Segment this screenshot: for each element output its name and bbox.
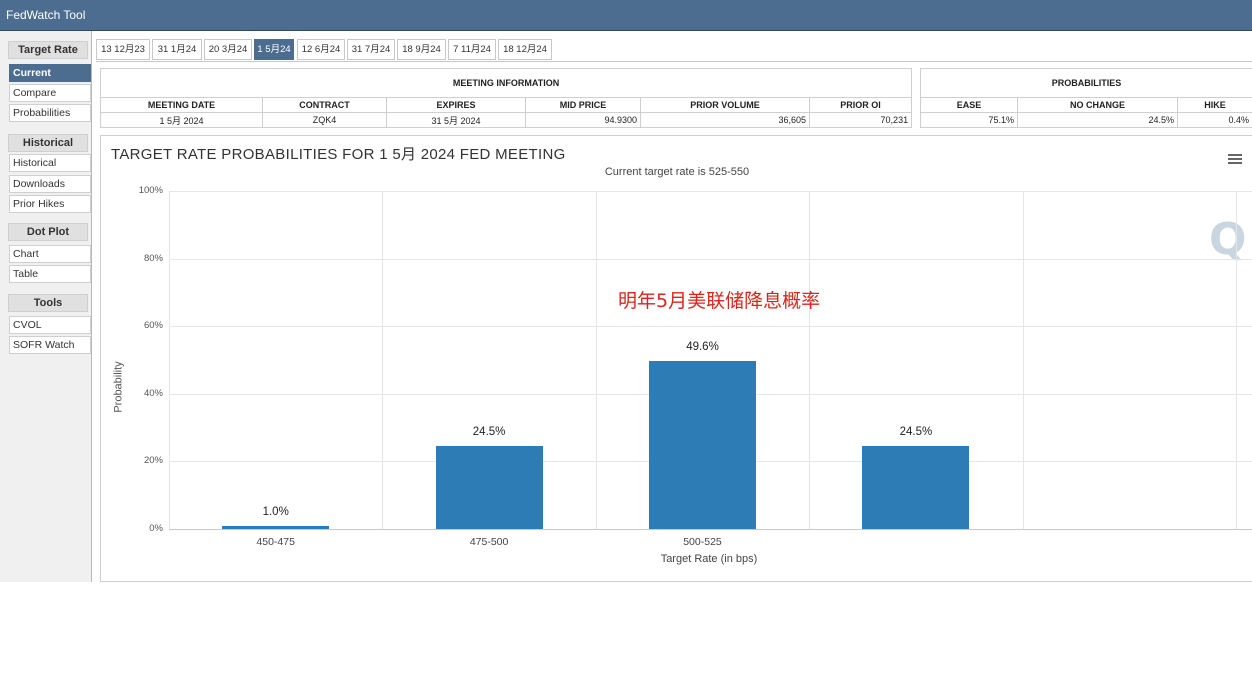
sidebar-item-downloads[interactable]: Downloads: [9, 175, 91, 193]
col-no-change: NO CHANGE: [1018, 98, 1178, 113]
app-title-bar: FedWatch Tool: [0, 0, 1252, 31]
cell-hike: 0.4%: [1178, 113, 1252, 128]
x-gridline: [1236, 191, 1237, 529]
app-title: FedWatch Tool: [6, 8, 85, 22]
tab-13-dec-23[interactable]: 13 12月23: [96, 39, 150, 60]
probabilities-heading: PROBABILITIES: [921, 69, 1252, 98]
sidebar-section-dot-plot: Dot Plot: [8, 223, 88, 241]
y-tick-label: 60%: [123, 320, 163, 331]
tab-1-may-24[interactable]: 1 5月24: [254, 39, 294, 60]
bar-value-label: 1.0%: [226, 506, 326, 518]
cell-prior-volume: 36,605: [641, 113, 810, 128]
x-tick-label: 475-500: [439, 536, 539, 548]
y-tick-label: 80%: [123, 253, 163, 264]
x-gridline: [169, 191, 170, 529]
cell-mid-price: 94.9300: [526, 113, 641, 128]
watermark-logo: Q: [1209, 214, 1246, 265]
x-tick-label: 500-525: [653, 536, 753, 548]
hamburger-menu-icon[interactable]: [1228, 154, 1242, 166]
y-gridline: [169, 259, 1252, 260]
tab-divider: [96, 61, 1252, 62]
chart-annotation: 明年5月美联储降息概率: [618, 286, 820, 313]
chart-title: TARGET RATE PROBABILITIES FOR 1 5月 2024 …: [111, 143, 566, 164]
col-contract: CONTRACT: [263, 98, 387, 113]
sidebar-item-sofr-watch[interactable]: SOFR Watch: [9, 336, 91, 354]
cell-prior-oi: 70,231: [810, 113, 912, 128]
tab-18-sep-24[interactable]: 18 9月24: [397, 39, 446, 60]
cell-ease: 75.1%: [921, 113, 1018, 128]
sidebar-item-probabilities[interactable]: Probabilities: [9, 104, 91, 122]
x-gridline: [809, 191, 810, 529]
col-meeting-date: MEETING DATE: [101, 98, 263, 113]
sidebar: Target Rate Current Compare Probabilitie…: [0, 31, 92, 582]
x-tick-label: 450-475: [226, 536, 326, 548]
chart-subtitle: Current target rate is 525-550: [101, 166, 1252, 178]
col-mid-price: MID PRICE: [526, 98, 641, 113]
bar-value-label: 49.6%: [653, 341, 753, 353]
y-gridline: [169, 191, 1252, 192]
y-tick-label: 100%: [123, 185, 163, 196]
cell-meeting-date: 1 5月 2024: [101, 113, 263, 128]
bar-450-475[interactable]: [222, 526, 329, 529]
x-axis-label: Target Rate (in bps): [609, 553, 809, 565]
bar-value-label: 24.5%: [866, 426, 966, 438]
tab-7-nov-24[interactable]: 7 11月24: [448, 39, 496, 60]
y-gridline: [169, 529, 1252, 530]
bar-500-525[interactable]: [649, 361, 756, 529]
tab-31-jul-24[interactable]: 31 7月24: [347, 39, 395, 60]
sidebar-item-cvol[interactable]: CVOL: [9, 316, 91, 334]
sidebar-item-compare[interactable]: Compare: [9, 84, 91, 102]
sidebar-item-historical[interactable]: Historical: [9, 154, 91, 172]
x-gridline: [1023, 191, 1024, 529]
cell-no-change: 24.5%: [1018, 113, 1178, 128]
cell-expires: 31 5月 2024: [387, 113, 526, 128]
tab-20-mar-24[interactable]: 20 3月24: [204, 39, 252, 60]
tab-12-jun-24[interactable]: 12 6月24: [297, 39, 345, 60]
meeting-information-heading: MEETING INFORMATION: [101, 69, 912, 98]
y-tick-label: 40%: [123, 388, 163, 399]
bar-value-label: 24.5%: [439, 426, 539, 438]
cell-contract: ZQK4: [263, 113, 387, 128]
sidebar-item-table[interactable]: Table: [9, 265, 91, 283]
tab-31-jan-24[interactable]: 31 1月24: [152, 39, 202, 60]
sidebar-item-current[interactable]: Current: [9, 64, 91, 82]
tab-18-dec-24[interactable]: 18 12月24: [498, 39, 552, 60]
sidebar-section-tools: Tools: [8, 294, 88, 312]
col-ease: EASE: [921, 98, 1018, 113]
col-prior-volume: PRIOR VOLUME: [641, 98, 810, 113]
bar-475-500[interactable]: [436, 446, 543, 529]
probability-chart: TARGET RATE PROBABILITIES FOR 1 5月 2024 …: [100, 135, 1252, 582]
x-gridline: [596, 191, 597, 529]
bottom-right-fade: [981, 646, 1252, 686]
sidebar-section-historical: Historical: [8, 134, 88, 152]
meeting-information-table: MEETING INFORMATION MEETING DATE CONTRAC…: [100, 68, 912, 128]
probabilities-table: PROBABILITIES EASE NO CHANGE HIKE 75.1% …: [920, 68, 1252, 128]
col-prior-oi: PRIOR OI: [810, 98, 912, 113]
sidebar-item-prior-hikes[interactable]: Prior Hikes: [9, 195, 91, 213]
col-hike: HIKE: [1178, 98, 1252, 113]
x-gridline: [382, 191, 383, 529]
y-tick-label: 20%: [123, 455, 163, 466]
y-gridline: [169, 326, 1252, 327]
y-tick-label: 0%: [123, 523, 163, 534]
sidebar-item-chart[interactable]: Chart: [9, 245, 91, 263]
sidebar-section-target-rate: Target Rate: [8, 41, 88, 59]
bar-525-550[interactable]: [862, 446, 969, 529]
col-expires: EXPIRES: [387, 98, 526, 113]
